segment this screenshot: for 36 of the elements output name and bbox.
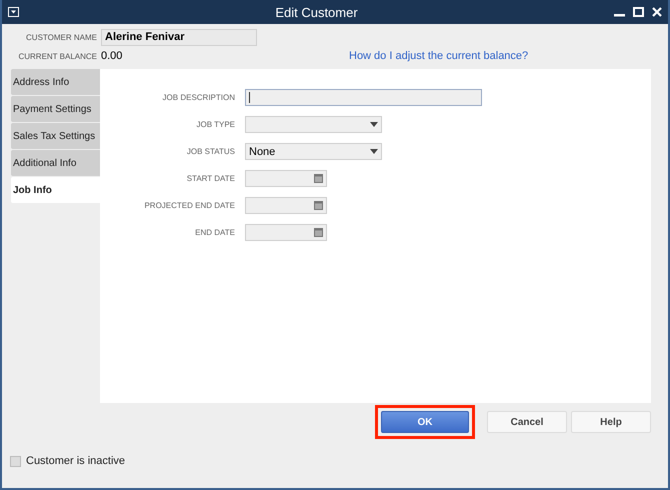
current-balance-value: 0.00 (101, 50, 124, 62)
dialog-button[interactable]: Cancel (487, 411, 567, 433)
customer-name-label: CUSTOMER NAME (25, 33, 97, 42)
field-label: JOB TYPE (195, 120, 235, 129)
calendar-icon[interactable] (314, 228, 323, 237)
date-field[interactable] (245, 170, 327, 187)
customer-name-field[interactable]: Alerine Fenivar (101, 29, 257, 46)
dropdown-arrow-icon (370, 122, 378, 127)
checkbox[interactable] (10, 456, 21, 466)
calendar-icon[interactable] (314, 174, 323, 183)
sidebar-tab[interactable]: Sales Tax Settings (11, 123, 100, 149)
close-icon[interactable] (652, 7, 662, 17)
field-label: END DATE (194, 228, 235, 237)
checkbox-label: Customer is inactive (26, 455, 126, 467)
field-label: JOB DESCRIPTION (162, 93, 235, 102)
field-label: PROJECTED END DATE (143, 201, 235, 210)
sidebar-tab[interactable]: Address Info (11, 69, 100, 95)
text-field[interactable] (245, 89, 482, 106)
field-label: START DATE (186, 174, 235, 183)
date-field[interactable] (245, 197, 327, 214)
sidebar-tab[interactable]: Job Info (11, 177, 100, 203)
window-title: Edit Customer (274, 4, 359, 20)
calendar-icon[interactable] (314, 201, 323, 210)
sidebar-tab[interactable]: Additional Info (11, 150, 100, 176)
window-menu-icon[interactable] (8, 7, 19, 17)
sidebar-tab[interactable]: Payment Settings (11, 96, 100, 122)
current-balance-label: CURRENT BALANCE (17, 52, 97, 60)
dropdown-field[interactable] (245, 116, 382, 133)
dropdown-arrow-icon (370, 149, 378, 154)
dialog-button[interactable]: OK (381, 411, 469, 433)
field-label: JOB STATUS (186, 147, 235, 156)
maximize-icon[interactable] (633, 7, 644, 17)
dialog-button[interactable]: Help (571, 411, 651, 433)
date-field[interactable] (245, 224, 327, 241)
dropdown-field[interactable]: None (245, 143, 382, 160)
help-link[interactable]: How do I adjust the current balance? (349, 50, 668, 62)
